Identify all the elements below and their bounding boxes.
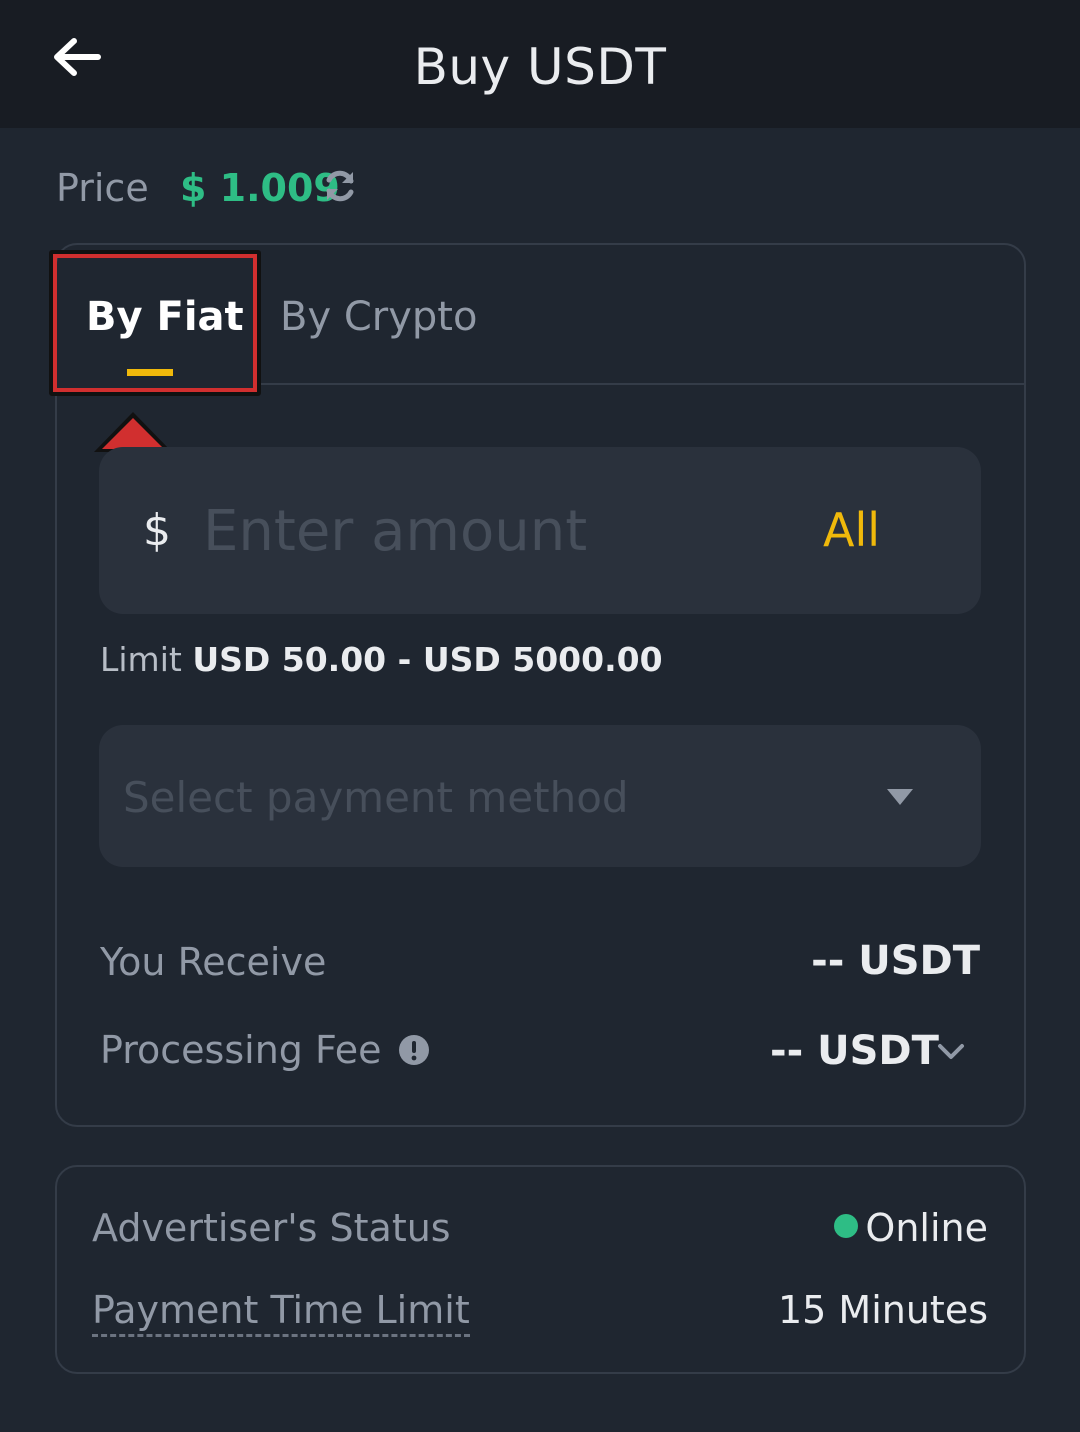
app-header: Buy USDT [0, 0, 1080, 128]
advertiser-status-value: Online [865, 1206, 988, 1250]
processing-fee-label: Processing Fee [100, 1028, 382, 1072]
all-button[interactable]: All [823, 503, 880, 557]
advertiser-info-card [55, 1165, 1026, 1374]
payment-method-placeholder: Select payment method [123, 773, 629, 822]
tab-divider [260, 383, 1024, 385]
refresh-icon[interactable] [322, 168, 358, 204]
limit-label: Limit [100, 640, 182, 679]
tab-by-crypto[interactable]: By Crypto [280, 294, 477, 340]
you-receive-value: -- USDT [811, 938, 980, 984]
caret-down-icon [887, 789, 913, 805]
amount-input[interactable] [203, 497, 763, 565]
currency-symbol: $ [143, 505, 171, 556]
price-value: $ 1.009 [180, 166, 340, 210]
payment-time-limit-value: 15 Minutes [777, 1288, 988, 1332]
payment-method-select[interactable]: Select payment method [99, 725, 981, 867]
processing-fee-value: -- USDT [770, 1028, 939, 1074]
chevron-down-icon[interactable] [936, 1042, 966, 1062]
highlight-frame [53, 254, 257, 392]
limit-text: Limit USD 50.00 - USD 5000.00 [100, 640, 663, 679]
page-title: Buy USDT [413, 38, 667, 96]
payment-time-limit-label[interactable]: Payment Time Limit [92, 1288, 470, 1337]
price-label: Price [56, 166, 149, 210]
advertiser-status-label: Advertiser's Status [92, 1206, 451, 1250]
online-status-dot [834, 1214, 858, 1238]
you-receive-label: You Receive [100, 940, 327, 984]
limit-value: USD 50.00 - USD 5000.00 [192, 640, 663, 679]
amount-input-box: $ All [99, 447, 981, 614]
info-icon[interactable] [398, 1034, 430, 1066]
